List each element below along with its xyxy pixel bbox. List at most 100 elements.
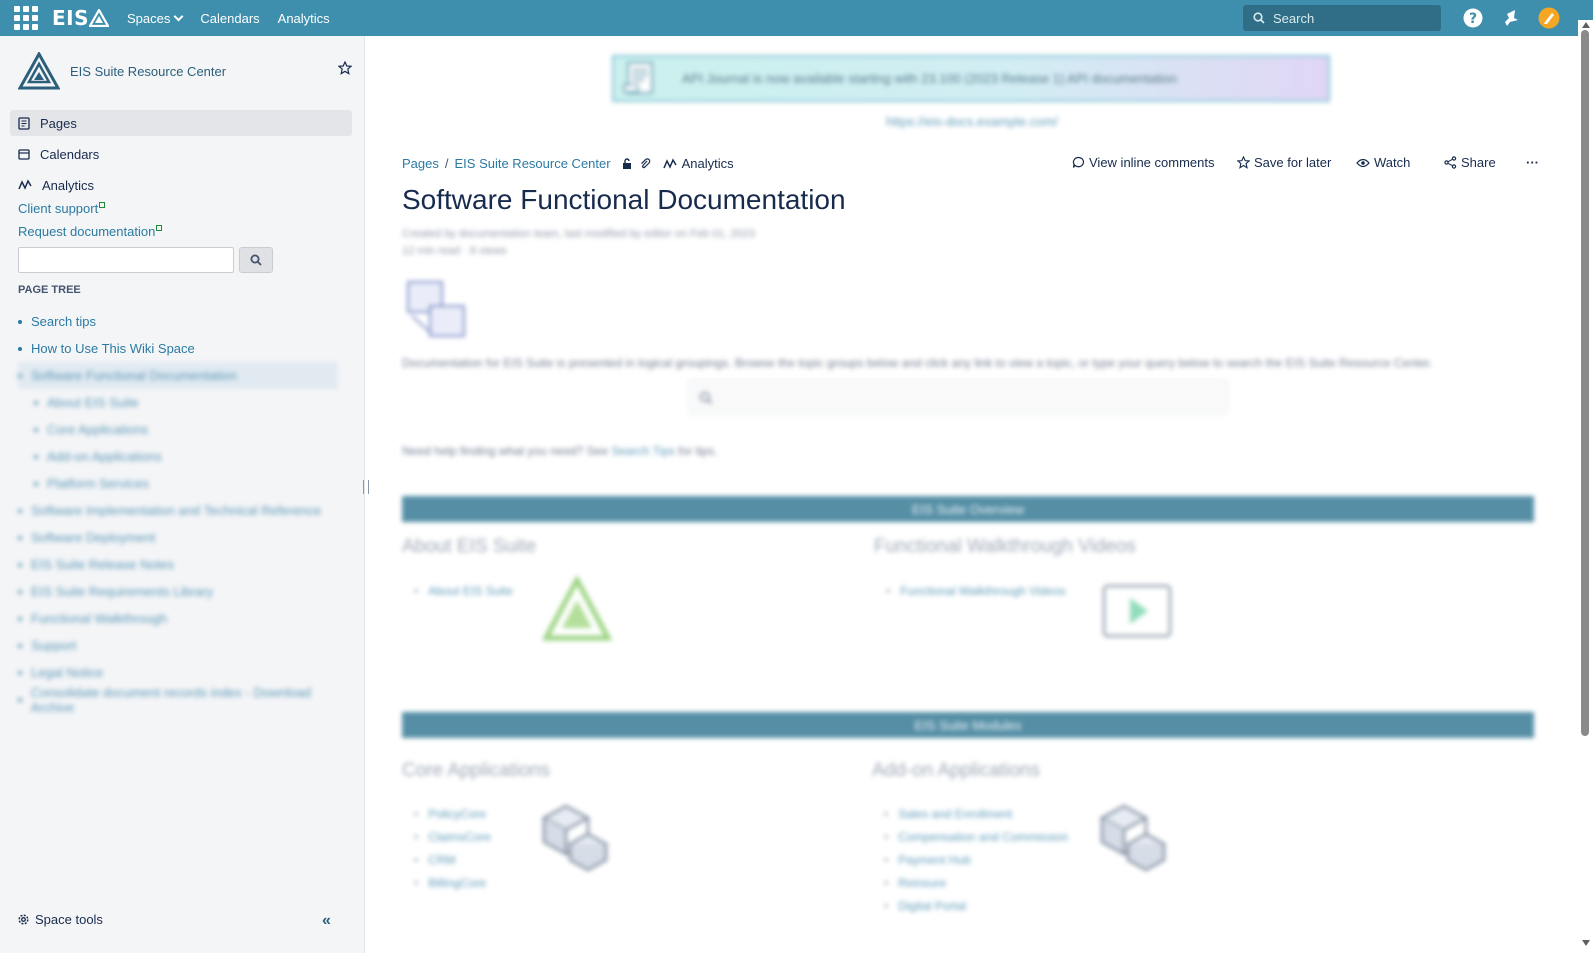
page-tree-item-label: Core Applications	[47, 422, 149, 437]
list-item[interactable]: ClaimsCore	[414, 826, 491, 849]
page-tree-item-label: EIS Suite Requirements Library	[31, 584, 214, 599]
bullet-icon	[18, 508, 22, 513]
page-tree-item[interactable]: Consolidate document records index - Dow…	[18, 685, 338, 715]
page-tree-item[interactable]: Software Deployment	[18, 524, 338, 551]
view-inline-comments-label: View inline comments	[1089, 155, 1215, 170]
page-tree-item[interactable]: Functional Walkthrough	[18, 605, 338, 632]
view-inline-comments-button[interactable]: View inline comments	[1072, 155, 1214, 170]
column-title: Core Applications	[402, 760, 550, 781]
list-item[interactable]: Digital Portal	[884, 895, 1068, 918]
list-item[interactable]: Compensation and Commission	[884, 826, 1068, 849]
page-tree-item[interactable]: Search tips	[18, 308, 338, 335]
column-title: Add-on Applications	[872, 760, 1040, 781]
sidebar-item-analytics[interactable]: Analytics	[10, 172, 352, 198]
bullet-icon	[34, 427, 38, 432]
page-tree-item[interactable]: How to Use This Wiki Space	[18, 335, 338, 362]
app-switcher-icon[interactable]	[14, 6, 38, 30]
page-tree-item[interactable]: Software Functional Documentation	[18, 362, 338, 389]
page-tree-item[interactable]: Legal Notice	[18, 659, 338, 686]
watch-button[interactable]: Watch	[1356, 155, 1410, 170]
external-link-icon	[156, 225, 163, 231]
page-tree-item-label: Support	[31, 638, 77, 653]
bullet-icon	[18, 535, 22, 540]
page-tree-item[interactable]: EIS Suite Release Notes	[18, 551, 338, 578]
eis-logo[interactable]: EIS	[52, 6, 110, 30]
page-tree-item[interactable]: Platform Services	[18, 470, 338, 497]
scroll-up-arrow-icon[interactable]	[1582, 22, 1590, 28]
save-for-later-button[interactable]: Save for later	[1237, 155, 1331, 170]
page-tree-item-label: Platform Services	[47, 476, 149, 491]
search-placeholder: Search	[1273, 10, 1315, 26]
sidebar-item-calendars[interactable]: Calendars	[10, 141, 352, 167]
nav-spaces[interactable]: Spaces	[127, 11, 184, 26]
watch-label: Watch	[1374, 155, 1411, 170]
list-item[interactable]: Functional Walkthrough Videos	[886, 580, 1065, 603]
bullet-icon	[18, 670, 22, 675]
more-actions-button[interactable]: ···	[1526, 155, 1539, 170]
collapse-sidebar-icon[interactable]: «	[322, 912, 331, 930]
external-link-icon	[99, 202, 106, 208]
page-tree-item[interactable]: EIS Suite Requirements Library	[18, 578, 338, 605]
list-item[interactable]: Sales and Enrollment	[884, 803, 1068, 826]
document-icon	[623, 61, 653, 94]
scroll-down-arrow-icon[interactable]	[1582, 940, 1590, 946]
page-tree-item[interactable]: Add-on Applications	[18, 443, 338, 470]
star-space-icon[interactable]	[337, 60, 353, 78]
star-icon	[1237, 156, 1250, 169]
banner-text: API Journal is now available starting wi…	[682, 71, 1178, 86]
list-item[interactable]: PolicyCore	[414, 803, 491, 826]
space-name: EIS Suite Resource Center	[70, 63, 227, 79]
column-title: About EIS Suite	[402, 536, 537, 557]
share-icon	[1444, 156, 1457, 169]
share-button[interactable]: Share	[1444, 155, 1496, 170]
space-tools-button[interactable]: Space tools	[17, 912, 103, 927]
page-tree-item-label: About EIS Suite	[47, 395, 139, 410]
sidebar: EIS Suite Resource Center Pages Calendar…	[0, 36, 365, 953]
client-support-label: Client support	[18, 201, 99, 216]
space-header[interactable]: EIS Suite Resource Center	[18, 52, 226, 90]
global-search-input[interactable]: Search	[1243, 5, 1441, 31]
scrollbar-thumb[interactable]	[1581, 30, 1589, 736]
page-tree-title: PAGE TREE	[18, 284, 81, 296]
nav-calendars[interactable]: Calendars	[200, 11, 259, 26]
request-documentation-link[interactable]: Request documentation	[18, 224, 163, 239]
list-item[interactable]: Reinsure	[884, 872, 1068, 895]
nav-analytics-label: Analytics	[277, 10, 330, 26]
list-item[interactable]: Payment Hub	[884, 849, 1068, 872]
nav-analytics[interactable]: Analytics	[278, 11, 330, 26]
page-tree-item[interactable]: Software Implementation and Technical Re…	[18, 497, 338, 524]
notifications-icon[interactable]	[1500, 7, 1522, 29]
user-avatar[interactable]	[1538, 7, 1560, 29]
bullet-icon	[18, 346, 22, 351]
save-for-later-label: Save for later	[1254, 155, 1332, 170]
sidebar-item-pages[interactable]: Pages	[10, 110, 352, 136]
help-icon[interactable]: ?	[1462, 7, 1484, 29]
column-list: About EIS Suite	[414, 580, 513, 603]
page-actions: View inline comments Save for later Watc…	[366, 155, 1578, 175]
gear-icon	[18, 914, 29, 925]
column-title: Functional Walkthrough Videos	[874, 536, 1136, 557]
page-tree-item-label: Software Functional Documentation	[31, 368, 237, 383]
column-list: PolicyCore ClaimsCore CRM BillingCore	[414, 803, 491, 895]
announcement-banner: API Journal is now available starting wi…	[612, 55, 1330, 102]
list-item[interactable]: About EIS Suite	[414, 580, 513, 603]
list-item[interactable]: CRM	[414, 849, 491, 872]
column-list: Sales and Enrollment Compensation and Co…	[884, 803, 1068, 918]
bullet-icon	[18, 616, 22, 621]
video-play-icon	[1102, 584, 1172, 641]
content-search-input[interactable]	[688, 379, 1228, 415]
page-tree-search-button[interactable]	[239, 247, 273, 273]
client-support-link[interactable]: Client support	[18, 201, 106, 216]
search-tips-link[interactable]: Search Tips	[612, 444, 675, 458]
page-tree-item[interactable]: Support	[18, 632, 338, 659]
banner-link[interactable]: https://eis-docs.example.com/	[886, 114, 1058, 129]
space-logo-icon	[18, 52, 60, 90]
page-tree-item[interactable]: About EIS Suite	[18, 389, 338, 416]
page-tree-search-input[interactable]	[18, 247, 234, 273]
documentation-boxes-icon	[402, 276, 476, 353]
list-item[interactable]: BillingCore	[414, 872, 491, 895]
search-icon	[250, 254, 262, 266]
page-tree-item[interactable]: Core Applications	[18, 416, 338, 443]
page-read-time: 12 min read · 8 views	[402, 245, 507, 257]
logo-text: EIS	[52, 6, 90, 30]
